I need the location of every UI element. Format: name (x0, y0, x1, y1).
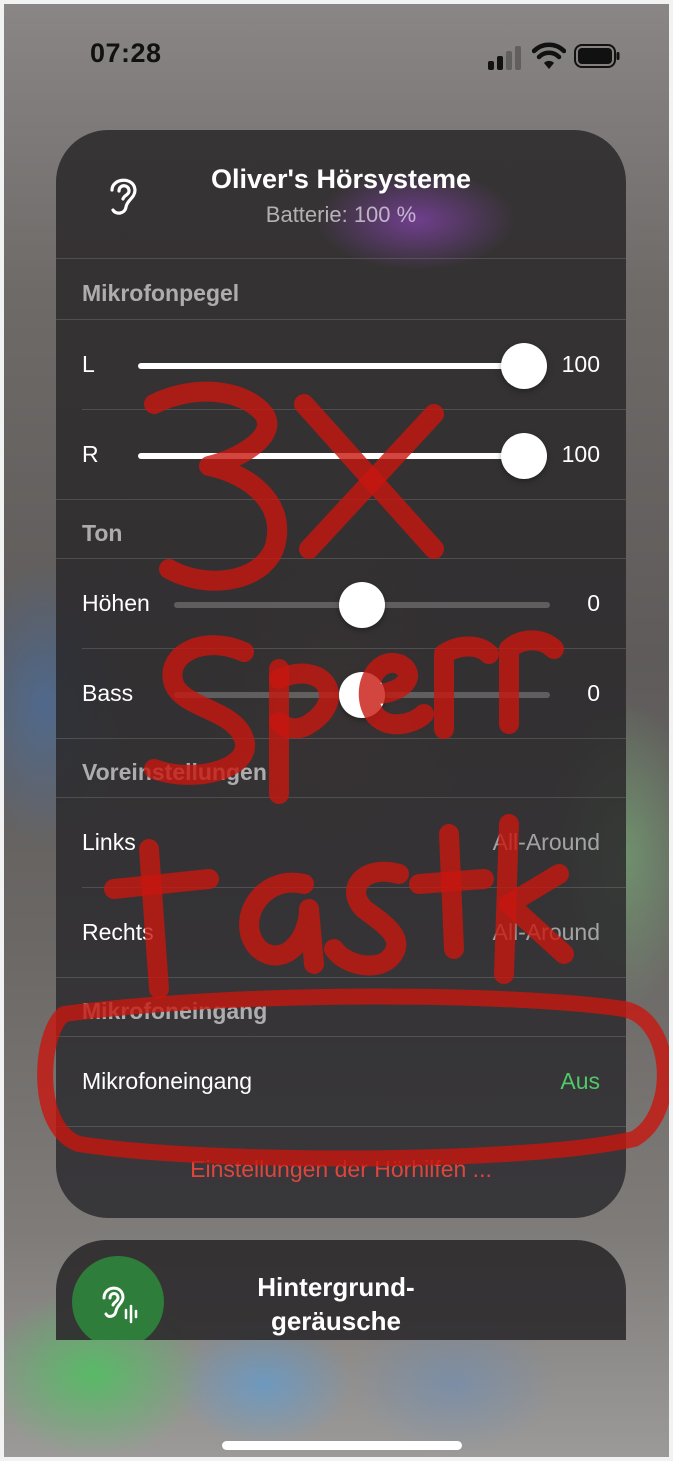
mic-input-row[interactable]: Mikrofoneingang Aus (56, 1037, 626, 1126)
home-indicator[interactable] (222, 1441, 462, 1450)
mic-level-right-row: R 100 (56, 410, 626, 499)
status-bar: 07:28 (4, 4, 669, 104)
panel-header: Oliver's Hörsysteme Batterie: 100 % (56, 130, 626, 258)
treble-row: Höhen 0 (56, 559, 626, 648)
cellular-signal-icon (488, 44, 524, 70)
bass-value: 0 (587, 680, 600, 706)
bass-row: Bass 0 (56, 649, 626, 738)
preset-left-label: Links (82, 829, 136, 855)
treble-label: Höhen (82, 590, 150, 616)
preset-right-value: All-Around (492, 919, 600, 945)
preset-left-value: All-Around (492, 829, 600, 855)
battery-icon (574, 44, 620, 68)
mic-level-right-knob[interactable] (501, 433, 547, 479)
mic-input-value: Aus (560, 1068, 600, 1094)
battery-status: Batterie: 100 % (265, 202, 417, 227)
screen: 07:28 Oliver's Hörsysteme Batterie: 100 … (4, 4, 669, 1457)
mic-level-right-slider[interactable] (138, 453, 524, 459)
wifi-icon (532, 42, 566, 69)
divider (56, 977, 626, 978)
mic-input-label: Mikrofoneingang (82, 1068, 253, 1094)
divider (56, 499, 626, 500)
mic-level-left-knob[interactable] (501, 343, 547, 389)
mic-level-left-value: 100 (561, 351, 600, 377)
divider (56, 738, 626, 739)
section-mic-level: Mikrofonpegel (82, 280, 240, 306)
treble-knob[interactable] (339, 582, 385, 628)
preset-right-row[interactable]: Rechts All-Around (56, 888, 626, 977)
bass-label: Bass (82, 680, 134, 706)
mic-level-right-value: 100 (561, 441, 600, 467)
mic-level-right-label: R (82, 441, 99, 467)
section-presets: Voreinstellungen (82, 759, 267, 785)
preset-right-label: Rechts (82, 919, 154, 945)
status-time: 07:28 (90, 38, 162, 68)
background-sounds-title-line1: Hintergrund- (257, 1272, 415, 1302)
divider (56, 258, 626, 259)
section-tone: Ton (82, 520, 123, 546)
mic-level-left-label: L (82, 351, 95, 377)
mic-level-left-row: L 100 (56, 320, 626, 409)
background-sounds-toggle[interactable] (72, 1256, 164, 1340)
treble-value: 0 (587, 590, 600, 616)
background-sounds-title-line2: geräusche (270, 1306, 402, 1336)
section-mic-input: Mikrofoneingang (82, 998, 268, 1024)
hearing-aid-settings-link[interactable]: Einstellungen der Hörhilfen ... (56, 1156, 626, 1183)
preset-left-row[interactable]: Links All-Around (56, 798, 626, 887)
hearing-devices-panel: Oliver's Hörsysteme Batterie: 100 % Mikr… (56, 130, 626, 1218)
background-sounds-title: Hintergrund- geräusche (166, 1270, 506, 1338)
mic-level-left-slider[interactable] (138, 363, 524, 369)
ear-waveform-icon (102, 1286, 138, 1324)
bass-knob[interactable] (339, 672, 385, 718)
divider (56, 1126, 626, 1127)
background-sounds-tile[interactable]: Hintergrund- geräusche (56, 1240, 626, 1340)
device-title: Oliver's Hörsysteme (210, 164, 472, 194)
